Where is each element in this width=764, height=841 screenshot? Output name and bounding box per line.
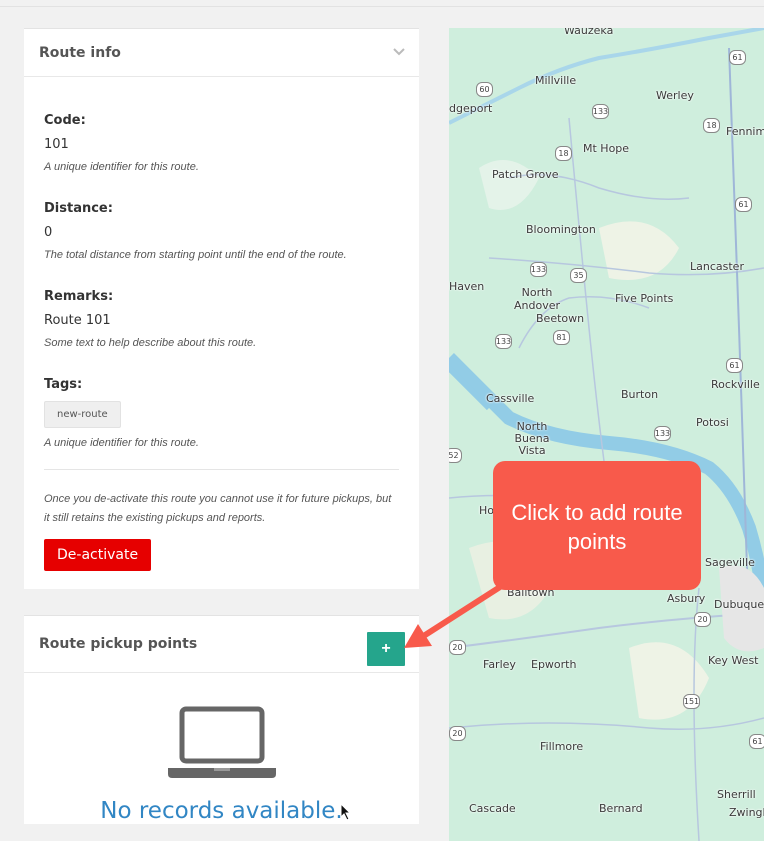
remarks-value: Route 101 <box>44 313 111 328</box>
map-place: Mt Hope <box>583 142 630 155</box>
highway-shield: 18 <box>555 146 572 161</box>
highway-shield: 133 <box>654 426 671 441</box>
highway-shield: 52 <box>449 448 462 463</box>
map-place: Haven <box>449 280 485 293</box>
deactivate-button[interactable]: De-activate <box>44 539 152 571</box>
highway-shield: 18 <box>703 118 720 133</box>
map-place: dgeport <box>449 102 493 115</box>
map-place: Cassville <box>486 392 535 405</box>
distance-label: Distance: <box>44 201 113 216</box>
map-place: Lancaster <box>690 260 744 273</box>
highway-shield: 20 <box>694 612 711 627</box>
map-place: Sageville <box>705 556 755 569</box>
highway-shield: 35 <box>570 268 587 283</box>
map-place: Beetown <box>536 312 585 325</box>
highway-shield: 20 <box>449 726 466 741</box>
deactivate-note: Once you de-activate this route you cann… <box>44 493 392 524</box>
route-info-body: Code: 101 A unique identifier for this r… <box>24 77 419 571</box>
tags-hint: A unique identifier for this route. <box>44 437 199 449</box>
highway-shield: 20 <box>449 640 466 655</box>
tag-badge[interactable]: new-route <box>44 401 121 428</box>
annotation-callout: Click to add route points <box>493 461 701 590</box>
add-route-point-button[interactable]: + <box>367 632 405 666</box>
map-place: Epworth <box>531 658 577 671</box>
distance-value: 0 <box>44 225 53 240</box>
map-place: Bernard <box>599 802 643 815</box>
chevron-down-icon[interactable] <box>393 47 405 57</box>
highway-shield: 61 <box>729 50 746 65</box>
highway-shield: 81 <box>553 330 570 345</box>
code-label: Code: <box>44 113 86 128</box>
map-place: Werley <box>656 89 694 102</box>
pickup-points-panel: Route pickup points + No records availab… <box>24 615 419 824</box>
remarks-label: Remarks: <box>44 289 114 304</box>
map-place: North Andover <box>513 286 560 312</box>
map-place: Farley <box>483 658 516 671</box>
map-place: Potosi <box>696 416 729 429</box>
map-place: Millville <box>535 74 577 87</box>
map-place: Cascade <box>469 802 516 815</box>
map-place: Ho <box>479 504 495 517</box>
code-value: 101 <box>44 137 69 152</box>
laptop-icon <box>168 706 276 778</box>
route-info-title: Route info <box>39 44 121 61</box>
tags-label: Tags: <box>44 377 83 392</box>
map-place: Sherrill <box>717 788 756 801</box>
highway-shield: 61 <box>735 197 752 212</box>
map-place: Asbury <box>667 592 706 605</box>
highway-shield: 133 <box>530 262 547 277</box>
map-place: Dubuque <box>714 598 764 611</box>
section-divider <box>44 469 399 470</box>
empty-state-text: No records available. <box>100 798 343 824</box>
map-place: Fillmore <box>540 740 584 753</box>
map-view[interactable]: Wauzeka Millville dgeport Werley Fennim … <box>449 28 764 841</box>
pickup-points-header: Route pickup points + <box>24 616 419 673</box>
highway-shield: 151 <box>683 694 700 709</box>
code-field: Code: 101 A unique identifier for this r… <box>44 113 399 173</box>
map-place: Five Points <box>615 292 674 305</box>
highway-shield: 60 <box>476 82 493 97</box>
route-info-panel: Route info Code: 101 A unique identifier… <box>24 28 419 589</box>
pickup-points-title: Route pickup points <box>39 636 198 652</box>
map-place: Zwingle <box>729 806 764 819</box>
highway-shield: 61 <box>749 734 764 749</box>
map-place: Wauzeka <box>564 28 614 37</box>
map-place: Burton <box>621 388 659 401</box>
distance-hint: The total distance from starting point u… <box>44 249 347 261</box>
map-place: Bloomington <box>526 223 596 236</box>
map-place: Rockville <box>711 378 760 391</box>
code-hint: A unique identifier for this route. <box>44 161 199 173</box>
map-place: Key West <box>708 654 759 667</box>
highway-shield: 61 <box>726 358 743 373</box>
remarks-field: Remarks: Route 101 Some text to help des… <box>44 289 399 349</box>
highway-shield: 133 <box>592 104 609 119</box>
route-info-header[interactable]: Route info <box>24 29 419 77</box>
highway-shield: 133 <box>495 334 512 349</box>
top-divider <box>0 6 764 7</box>
map-place: Fennim <box>726 125 764 138</box>
remarks-hint: Some text to help describe about this ro… <box>44 337 257 349</box>
map-place: North Buena Vista <box>514 420 550 457</box>
distance-field: Distance: 0 The total distance from star… <box>44 201 399 261</box>
mouse-cursor-icon <box>340 803 352 821</box>
tags-field: Tags: new-route A unique identifier for … <box>44 377 399 449</box>
map-place: Patch Grove <box>492 168 559 181</box>
